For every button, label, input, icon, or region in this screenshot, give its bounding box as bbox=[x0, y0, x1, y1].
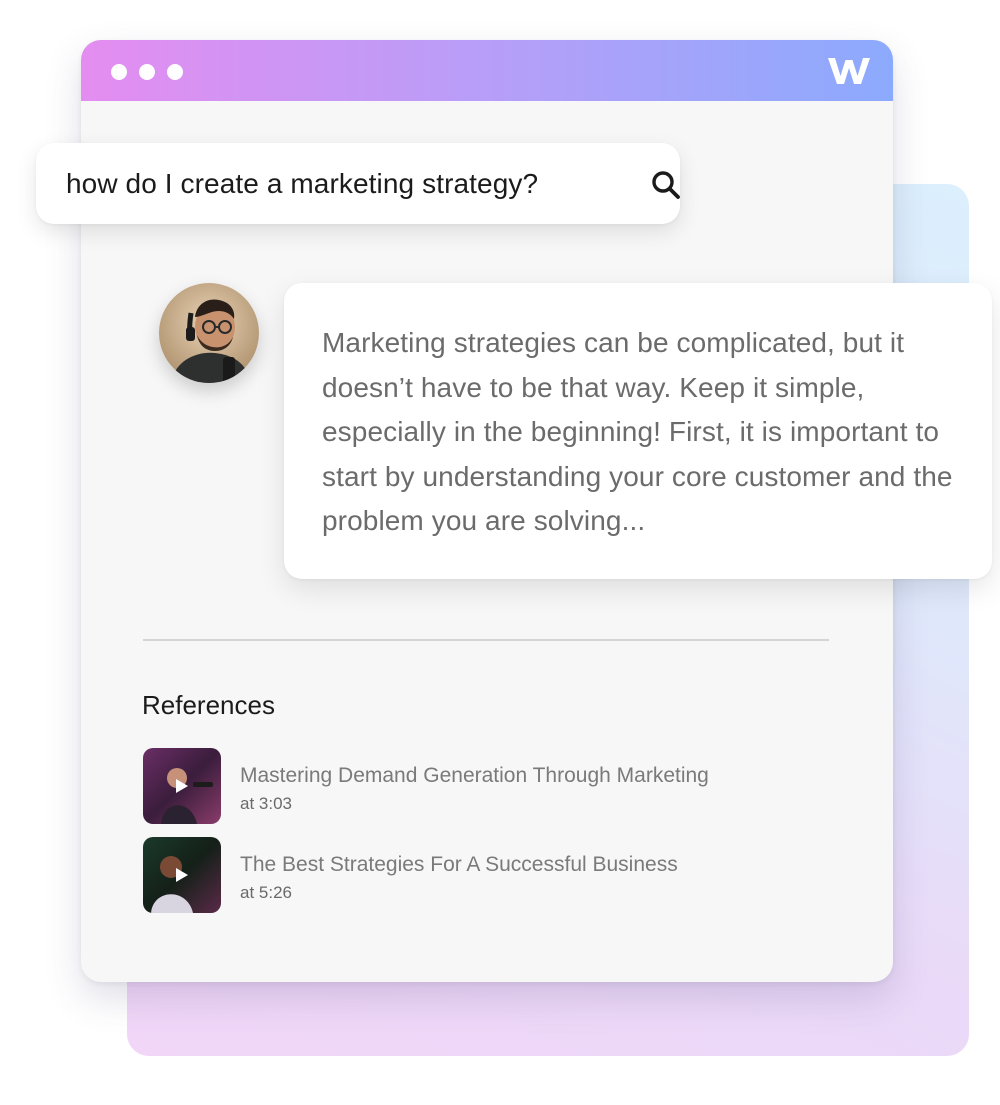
reference-item-1[interactable]: Mastering Demand Generation Through Mark… bbox=[143, 748, 843, 824]
window-controls bbox=[111, 64, 183, 80]
window-titlebar bbox=[81, 40, 893, 101]
section-divider bbox=[143, 639, 829, 641]
reference-title-1[interactable]: Mastering Demand Generation Through Mark… bbox=[240, 764, 709, 788]
window-dot-3[interactable] bbox=[167, 64, 183, 80]
video-thumbnail-1[interactable] bbox=[143, 748, 221, 824]
reference-time-1: at 3:03 bbox=[240, 794, 292, 813]
search-icon[interactable] bbox=[650, 169, 682, 201]
stage: References Mastering Demand Generation T… bbox=[0, 0, 1000, 1105]
search-bar[interactable]: how do I create a marketing strategy? bbox=[36, 143, 680, 224]
answer-text: Marketing strategies can be complicated,… bbox=[322, 327, 953, 536]
answer-card: Marketing strategies can be complicated,… bbox=[284, 283, 992, 579]
window-dot-1[interactable] bbox=[111, 64, 127, 80]
search-input[interactable]: how do I create a marketing strategy? bbox=[66, 168, 538, 200]
w-logo-icon bbox=[828, 58, 870, 84]
references-heading: References bbox=[142, 690, 275, 720]
reference-item-2[interactable]: The Best Strategies For A Successful Bus… bbox=[143, 837, 843, 913]
window-dot-2[interactable] bbox=[139, 64, 155, 80]
video-thumbnail-2[interactable] bbox=[143, 837, 221, 913]
avatar bbox=[159, 283, 259, 383]
reference-time-2: at 5:26 bbox=[240, 883, 292, 902]
reference-title-2[interactable]: The Best Strategies For A Successful Bus… bbox=[240, 853, 678, 877]
